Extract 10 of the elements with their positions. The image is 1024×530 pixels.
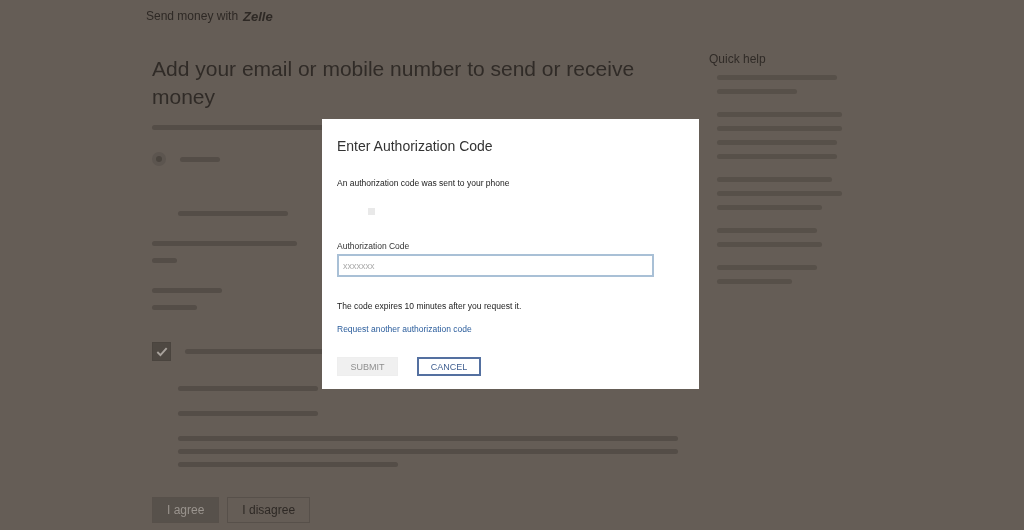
expiry-note: The code expires 10 minutes after you request it.: [337, 301, 523, 311]
checkbox[interactable]: [152, 342, 171, 361]
agree-button[interactable]: I agree: [152, 497, 220, 523]
cancel-button[interactable]: CANCEL: [417, 357, 481, 376]
field-label: Authorization Code: [337, 241, 411, 251]
dialog-message: An authorization code was sent to your phone: [337, 178, 511, 188]
code-input-field[interactable]: xxxxxxx: [337, 254, 654, 277]
dialog-title: Enter Authorization Code: [337, 138, 494, 154]
request-code-link[interactable]: Request another authorization code: [337, 324, 472, 334]
radio-button[interactable]: [152, 152, 166, 166]
